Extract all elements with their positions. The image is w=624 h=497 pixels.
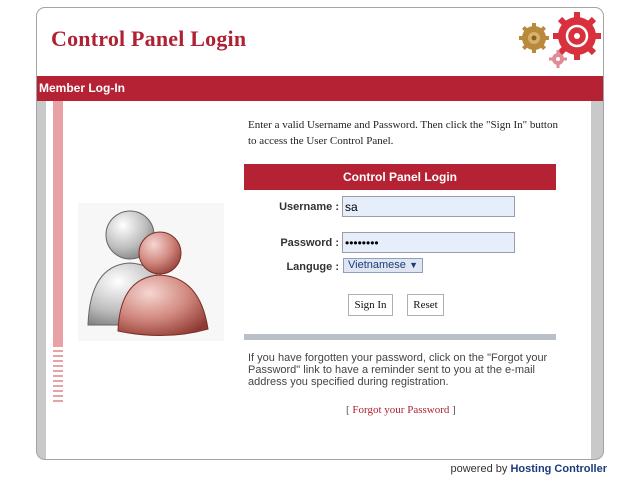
forgot-link-wrapper: [ Forgot your Password ] (346, 404, 456, 416)
bracket-open: [ (346, 404, 350, 416)
instructions-text: Enter a valid Username and Password. The… (248, 119, 558, 147)
section-title: Member Log-In (39, 81, 125, 95)
language-select[interactable]: Vietnamese ▼ (343, 258, 423, 273)
decorative-rail-lines (53, 347, 63, 403)
password-input[interactable] (342, 232, 515, 253)
password-label: Password : (280, 237, 339, 249)
main-content: Enter a valid Username and Password. The… (46, 101, 591, 459)
powered-by-brand-link[interactable]: Hosting Controller (510, 463, 607, 475)
language-label: Langugе : (286, 261, 339, 273)
users-icon (78, 203, 224, 341)
sign-in-button[interactable]: Sign In (348, 294, 393, 316)
bracket-close: ] (452, 404, 456, 416)
forgot-password-text: If you have forgotten your password, cli… (248, 352, 548, 388)
powered-by: powered by Hosting Controller (451, 463, 608, 475)
username-input[interactable] (342, 196, 515, 217)
header: Control Panel Login (37, 8, 603, 76)
login-frame: Control Panel Login Member Log-In Enter … (36, 7, 604, 460)
section-bar: Member Log-In (37, 76, 603, 101)
login-panel-title: Control Panel Login (244, 164, 556, 190)
reset-button[interactable]: Reset (407, 294, 444, 316)
forgot-password-link[interactable]: Forgot your Password (352, 404, 449, 416)
panel-separator (244, 334, 556, 340)
language-selected-value: Vietnamese (348, 259, 406, 271)
decorative-rail (53, 101, 63, 347)
username-label: Username : (279, 201, 339, 213)
powered-by-prefix: powered by (450, 463, 508, 475)
gears-logo-icon (519, 12, 601, 68)
page-title: Control Panel Login (51, 26, 247, 51)
chevron-down-icon: ▼ (409, 260, 418, 270)
